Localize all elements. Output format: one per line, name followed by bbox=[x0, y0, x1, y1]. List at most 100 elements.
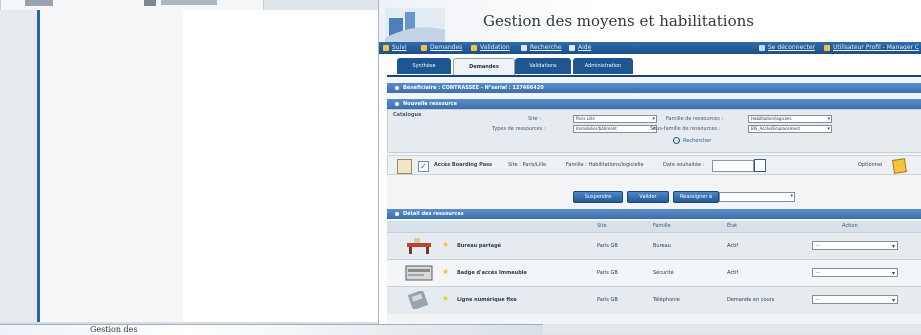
folder-icon bbox=[471, 45, 477, 51]
star-icon: ★ bbox=[442, 294, 450, 303]
new-resource-header[interactable]: Nouvelle ressource bbox=[387, 99, 921, 109]
resource-detail-header[interactable]: Détail des ressources bbox=[387, 209, 921, 219]
resource-family: Téléphonie bbox=[653, 297, 680, 303]
content-area bbox=[183, 10, 378, 322]
calendar-icon[interactable] bbox=[754, 159, 766, 172]
nav-label: Se déconnecter bbox=[768, 44, 815, 51]
second-window-titlebar: Gestion des bbox=[0, 324, 543, 335]
profile-link[interactable]: Utilisateur Profil - Manager C bbox=[824, 43, 919, 53]
search-label: Rechercher bbox=[683, 137, 712, 144]
background-link bbox=[25, 0, 53, 6]
resource-state: Demande en cours bbox=[727, 297, 775, 303]
beneficiary-header[interactable]: Bénéficiaire : CONTRASSEE - N°serial : 1… bbox=[387, 83, 921, 93]
phone-icon bbox=[407, 291, 429, 309]
sidebar-column bbox=[40, 10, 183, 322]
nav-item-aide[interactable]: Aide bbox=[569, 43, 591, 53]
background-window bbox=[0, 10, 378, 334]
table-row: ★ Badge d'accès Immeuble Paris GB Sécuri… bbox=[387, 259, 921, 287]
family-label: Famille de ressources : bbox=[666, 116, 724, 122]
nav-label: Suivi bbox=[392, 44, 407, 51]
resource-checkbox[interactable]: ✓ bbox=[418, 161, 429, 172]
nav-item-recherche[interactable]: Recherche bbox=[521, 43, 562, 53]
comment-label: Optionnel bbox=[858, 162, 883, 168]
app-window: Gestion des moyens et habilitations Suiv… bbox=[378, 0, 921, 326]
nav-label: Utilisateur Profil - Manager C bbox=[833, 44, 920, 51]
background-text bbox=[161, 0, 217, 5]
catalogue-filter: Catalogue Site : Paris Lille Types de re… bbox=[387, 109, 921, 153]
boarding-pass-icon bbox=[397, 159, 412, 174]
table-row: ★ Bureau partagé Paris GB Bureau Actif -… bbox=[387, 232, 921, 260]
resource-table-header: Site Famille État Action bbox=[387, 221, 921, 232]
nav-label: Aide bbox=[578, 44, 592, 51]
type-select[interactable]: Immobilier/bâtiment bbox=[573, 125, 657, 133]
tab-synthese[interactable]: Synthèse bbox=[397, 58, 451, 74]
resource-family: Bureau bbox=[653, 243, 671, 249]
resource-family: Famille : Habilitations/logicielle bbox=[566, 162, 644, 168]
resource-name: Ligne numérique fixe bbox=[457, 297, 517, 303]
nav-label: Recherche bbox=[530, 44, 562, 51]
site-label: Site : bbox=[528, 116, 541, 122]
action-select[interactable]: -- bbox=[812, 241, 898, 251]
nav-label: Validation bbox=[480, 44, 510, 51]
document-icon bbox=[144, 0, 156, 6]
resource-name: Accès Boarding Pass bbox=[434, 162, 493, 168]
expand-icon bbox=[395, 85, 399, 90]
section-title: Bénéficiaire : CONTRASSEE - N°serial : 1… bbox=[403, 85, 544, 91]
resource-name: Bureau partagé bbox=[457, 243, 502, 249]
validate-button[interactable]: Valider bbox=[627, 191, 669, 203]
date-input[interactable] bbox=[712, 160, 754, 172]
note-icon[interactable] bbox=[892, 158, 907, 174]
expand-icon bbox=[395, 211, 399, 216]
column-state: État bbox=[727, 223, 738, 229]
tab-administration[interactable]: Administration bbox=[573, 58, 633, 74]
reassign-select[interactable] bbox=[719, 192, 795, 202]
tab-bar: Synthèse Demandes Validations Administra… bbox=[387, 58, 921, 76]
resource-site: Paris GB bbox=[597, 243, 618, 249]
main-nav: Suivi Demandes Validation Recherche Aide… bbox=[379, 42, 921, 54]
profile-icon bbox=[824, 45, 830, 51]
star-icon: ★ bbox=[442, 267, 450, 276]
app-banner: Gestion des moyens et habilitations bbox=[379, 0, 921, 42]
search-icon bbox=[521, 45, 527, 51]
tab-demandes[interactable]: Demandes bbox=[453, 58, 515, 76]
nav-item-suivi[interactable]: Suivi bbox=[383, 43, 407, 53]
star-icon: ★ bbox=[442, 240, 450, 249]
nav-label: Demandes bbox=[430, 44, 463, 51]
desk-icon bbox=[407, 238, 431, 254]
background-strip bbox=[543, 324, 921, 334]
nav-item-validation[interactable]: Validation bbox=[471, 43, 510, 53]
subfamily-select[interactable]: BIS_Accès/Emplacement bbox=[748, 125, 832, 133]
search-button[interactable]: Rechercher bbox=[673, 137, 711, 144]
column-site: Site bbox=[597, 223, 607, 229]
suspend-button[interactable]: Suspendre bbox=[573, 191, 623, 203]
section-title: Nouvelle ressource bbox=[403, 101, 458, 107]
action-select[interactable]: -- bbox=[812, 295, 898, 305]
date-label: Date souhaitée : bbox=[663, 162, 705, 168]
reassign-button[interactable]: Réassigner à bbox=[673, 191, 719, 203]
table-row: ★ Ligne numérique fixe Paris GB Téléphon… bbox=[387, 286, 921, 314]
section-title: Détail des ressources bbox=[403, 211, 464, 217]
search-icon bbox=[673, 137, 680, 144]
subfamily-label: Sous-famille de ressources : bbox=[650, 126, 721, 132]
app-logo-icon bbox=[385, 8, 445, 42]
action-select[interactable]: -- bbox=[812, 268, 898, 278]
nav-item-demandes[interactable]: Demandes bbox=[421, 43, 462, 53]
resource-site: Paris GB bbox=[597, 270, 618, 276]
column-family: Famille bbox=[653, 223, 671, 229]
help-icon bbox=[569, 45, 575, 51]
tab-content: Bénéficiaire : CONTRASSEE - N°serial : 1… bbox=[387, 75, 921, 326]
resource-family: Sécurité bbox=[653, 270, 674, 276]
expand-icon bbox=[395, 101, 399, 106]
tab-validations[interactable]: Validations bbox=[515, 58, 571, 74]
resource-name: Badge d'accès Immeuble bbox=[457, 270, 527, 276]
logout-link[interactable]: Se déconnecter bbox=[759, 43, 815, 53]
app-title: Gestion des moyens et habilitations bbox=[483, 12, 754, 30]
type-label: Types de ressources : bbox=[492, 126, 546, 132]
family-select[interactable]: Habilitation/logiciels bbox=[748, 115, 832, 123]
site-select[interactable]: Paris Lille bbox=[573, 115, 657, 123]
user-icon bbox=[759, 45, 765, 51]
resource-site: Paris GB bbox=[597, 297, 618, 303]
catalogue-heading: Catalogue bbox=[393, 112, 422, 118]
resource-state: Actif bbox=[727, 270, 739, 276]
column-action: Action bbox=[842, 223, 858, 229]
